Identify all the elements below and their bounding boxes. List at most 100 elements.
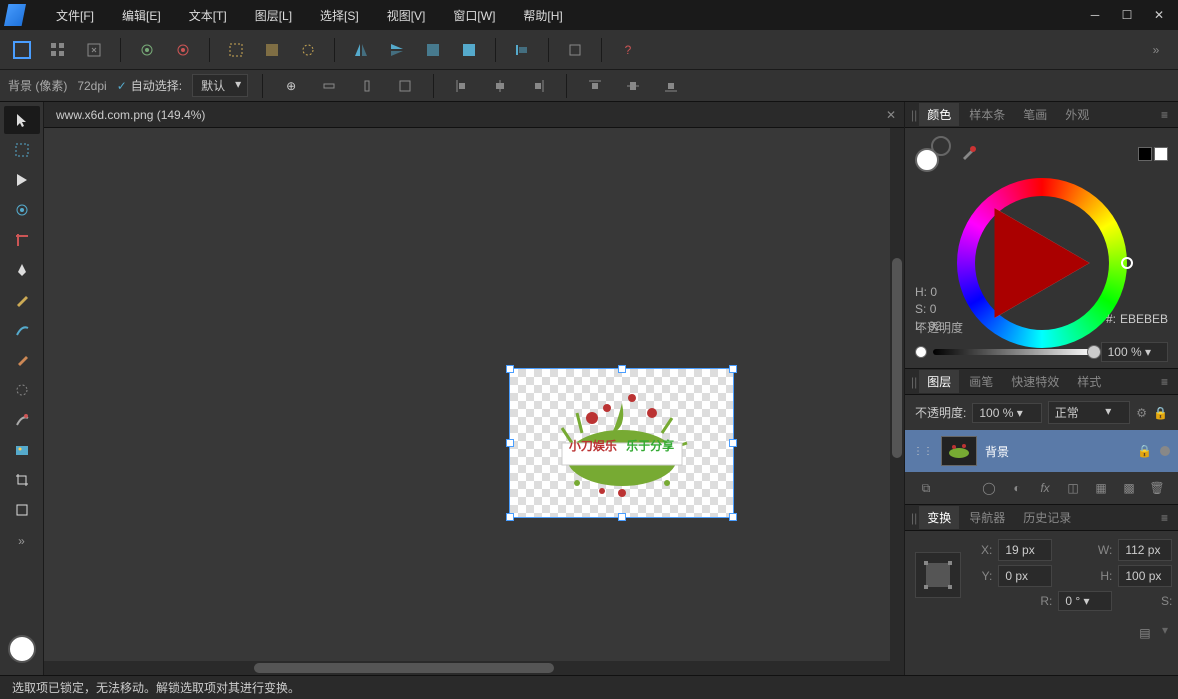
menu-file[interactable]: 文件[F] — [42, 1, 108, 30]
align-b-icon[interactable] — [657, 72, 685, 100]
brush-tool[interactable] — [4, 316, 40, 344]
layer-crop-icon[interactable]: ◫ — [1062, 478, 1084, 498]
grid-icon[interactable] — [44, 36, 72, 64]
transform-align-icon[interactable]: ▤ — [1134, 623, 1156, 643]
canvas-viewport[interactable]: 小刀娱乐 乐于分享 — [44, 128, 904, 675]
tab-close-icon[interactable]: ✕ — [878, 108, 904, 122]
layers-panel-menu-icon[interactable]: ≡ — [1157, 375, 1172, 389]
flip-h-icon[interactable] — [347, 36, 375, 64]
tab-appearance[interactable]: 外观 — [1057, 103, 1097, 126]
ctx-icon-2[interactable] — [315, 72, 343, 100]
flip-v-icon[interactable] — [383, 36, 411, 64]
menu-edit[interactable]: 编辑[E] — [108, 1, 175, 30]
tab-history[interactable]: 历史记录 — [1015, 506, 1079, 529]
eyedropper-tool[interactable] — [4, 346, 40, 374]
align-t-icon[interactable] — [581, 72, 609, 100]
foreground-color-swatch[interactable] — [8, 635, 36, 663]
h-input[interactable] — [1118, 565, 1172, 587]
eyedropper-icon[interactable] — [959, 144, 977, 165]
layer-adjust-icon[interactable]: ◐ — [1006, 478, 1028, 498]
pen-tool[interactable] — [4, 256, 40, 284]
rotate-cw-icon[interactable] — [455, 36, 483, 64]
node-tool[interactable] — [4, 166, 40, 194]
align-m-icon[interactable] — [619, 72, 647, 100]
fg-color-swatch[interactable] — [915, 148, 939, 172]
marquee-tool[interactable] — [4, 136, 40, 164]
horizontal-scrollbar[interactable] — [44, 661, 904, 675]
toolbar-more-icon[interactable]: » — [1142, 36, 1170, 64]
opacity-value-input[interactable]: 100 % ▾ — [1101, 342, 1168, 362]
layer-visibility-icon[interactable] — [1160, 446, 1170, 456]
snap-2-icon[interactable] — [258, 36, 286, 64]
handle-br[interactable] — [729, 513, 737, 521]
handle-tl[interactable] — [506, 365, 514, 373]
color-panel-menu-icon[interactable]: ≡ — [1157, 108, 1172, 122]
layer-group-icon[interactable]: ⧉ — [915, 478, 937, 498]
layer-settings-icon[interactable]: ⚙ — [1136, 406, 1147, 420]
image-tool[interactable] — [4, 436, 40, 464]
align-c-icon[interactable] — [486, 72, 514, 100]
transform-origin-icon[interactable]: ⊕ — [277, 72, 305, 100]
layer-locked-icon[interactable]: 🔒 — [1137, 444, 1152, 458]
r-input[interactable]: 0 ° ▾ — [1058, 591, 1112, 611]
snap-3-icon[interactable] — [294, 36, 322, 64]
expand-tools-icon[interactable]: » — [18, 534, 25, 548]
fg-bg-swatches[interactable] — [915, 136, 951, 172]
defaults-icon[interactable] — [169, 36, 197, 64]
snap-1-icon[interactable] — [222, 36, 250, 64]
rotate-ccw-icon[interactable] — [419, 36, 447, 64]
document-tab[interactable]: www.x6d.com.png (149.4%) — [44, 104, 217, 126]
tab-swatches[interactable]: 样本条 — [961, 103, 1013, 126]
layer-pixel-icon[interactable]: ▩ — [1118, 478, 1140, 498]
menu-select[interactable]: 选择[S] — [306, 1, 373, 30]
clone-tool[interactable] — [4, 406, 40, 434]
auto-select-checkbox[interactable]: ✓ 自动选择: — [117, 77, 182, 94]
auto-select-dropdown[interactable]: 默认 ▾ — [192, 74, 248, 97]
minimize-button[interactable]: ─ — [1080, 5, 1110, 25]
swatch-white[interactable] — [1154, 147, 1168, 161]
tab-color[interactable]: 颜色 — [919, 103, 959, 126]
tab-brush[interactable]: 笔画 — [1015, 103, 1055, 126]
layer-row[interactable]: ⋮⋮ 背景 🔒 — [905, 430, 1178, 472]
tab-brushes[interactable]: 画笔 — [961, 370, 1001, 393]
menu-text[interactable]: 文本[T] — [175, 1, 241, 30]
prefs-icon[interactable] — [133, 36, 161, 64]
crop2-tool[interactable] — [4, 466, 40, 494]
blend-mode-dropdown[interactable]: 正常▾ — [1048, 401, 1131, 424]
gear-tool[interactable] — [4, 196, 40, 224]
tab-fx[interactable]: 快速特效 — [1003, 370, 1067, 393]
menu-help[interactable]: 帮助[H] — [509, 1, 576, 30]
crop-tool[interactable] — [4, 226, 40, 254]
align-left-icon[interactable] — [508, 36, 536, 64]
pencil-tool[interactable] — [4, 286, 40, 314]
tab-styles[interactable]: 样式 — [1069, 370, 1109, 393]
shape-tool[interactable] — [4, 496, 40, 524]
x-input[interactable] — [998, 539, 1052, 561]
w-input[interactable] — [1118, 539, 1172, 561]
align-r-icon[interactable] — [524, 72, 552, 100]
tab-transform[interactable]: 变换 — [919, 506, 959, 529]
help-icon[interactable]: ? — [614, 36, 642, 64]
ctx-icon-4[interactable] — [391, 72, 419, 100]
handle-ml[interactable] — [506, 439, 514, 447]
handle-bl[interactable] — [506, 513, 514, 521]
layer-delete-icon[interactable]: 🗑 — [1146, 478, 1168, 498]
tab-navigator[interactable]: 导航器 — [961, 506, 1013, 529]
layer-mask-icon[interactable]: ◯ — [978, 478, 1000, 498]
handle-bm[interactable] — [618, 513, 626, 521]
menu-layer[interactable]: 图层[L] — [241, 1, 306, 30]
handle-tm[interactable] — [618, 365, 626, 373]
layer-add-icon[interactable]: ▦ — [1090, 478, 1112, 498]
close-button[interactable]: ✕ — [1144, 5, 1174, 25]
arrange-icon[interactable] — [561, 36, 589, 64]
layer-lock-icon[interactable]: 🔒 — [1153, 406, 1168, 420]
layer-fx-icon[interactable]: fx — [1034, 478, 1056, 498]
ctx-icon-3[interactable] — [353, 72, 381, 100]
menu-window[interactable]: 窗口[W] — [439, 1, 509, 30]
opacity-slider[interactable] — [933, 349, 1095, 355]
healing-tool[interactable] — [4, 376, 40, 404]
handle-mr[interactable] — [729, 439, 737, 447]
swatch-black[interactable] — [1138, 147, 1152, 161]
transform-panel-menu-icon[interactable]: ≡ — [1157, 511, 1172, 525]
y-input[interactable] — [998, 565, 1052, 587]
